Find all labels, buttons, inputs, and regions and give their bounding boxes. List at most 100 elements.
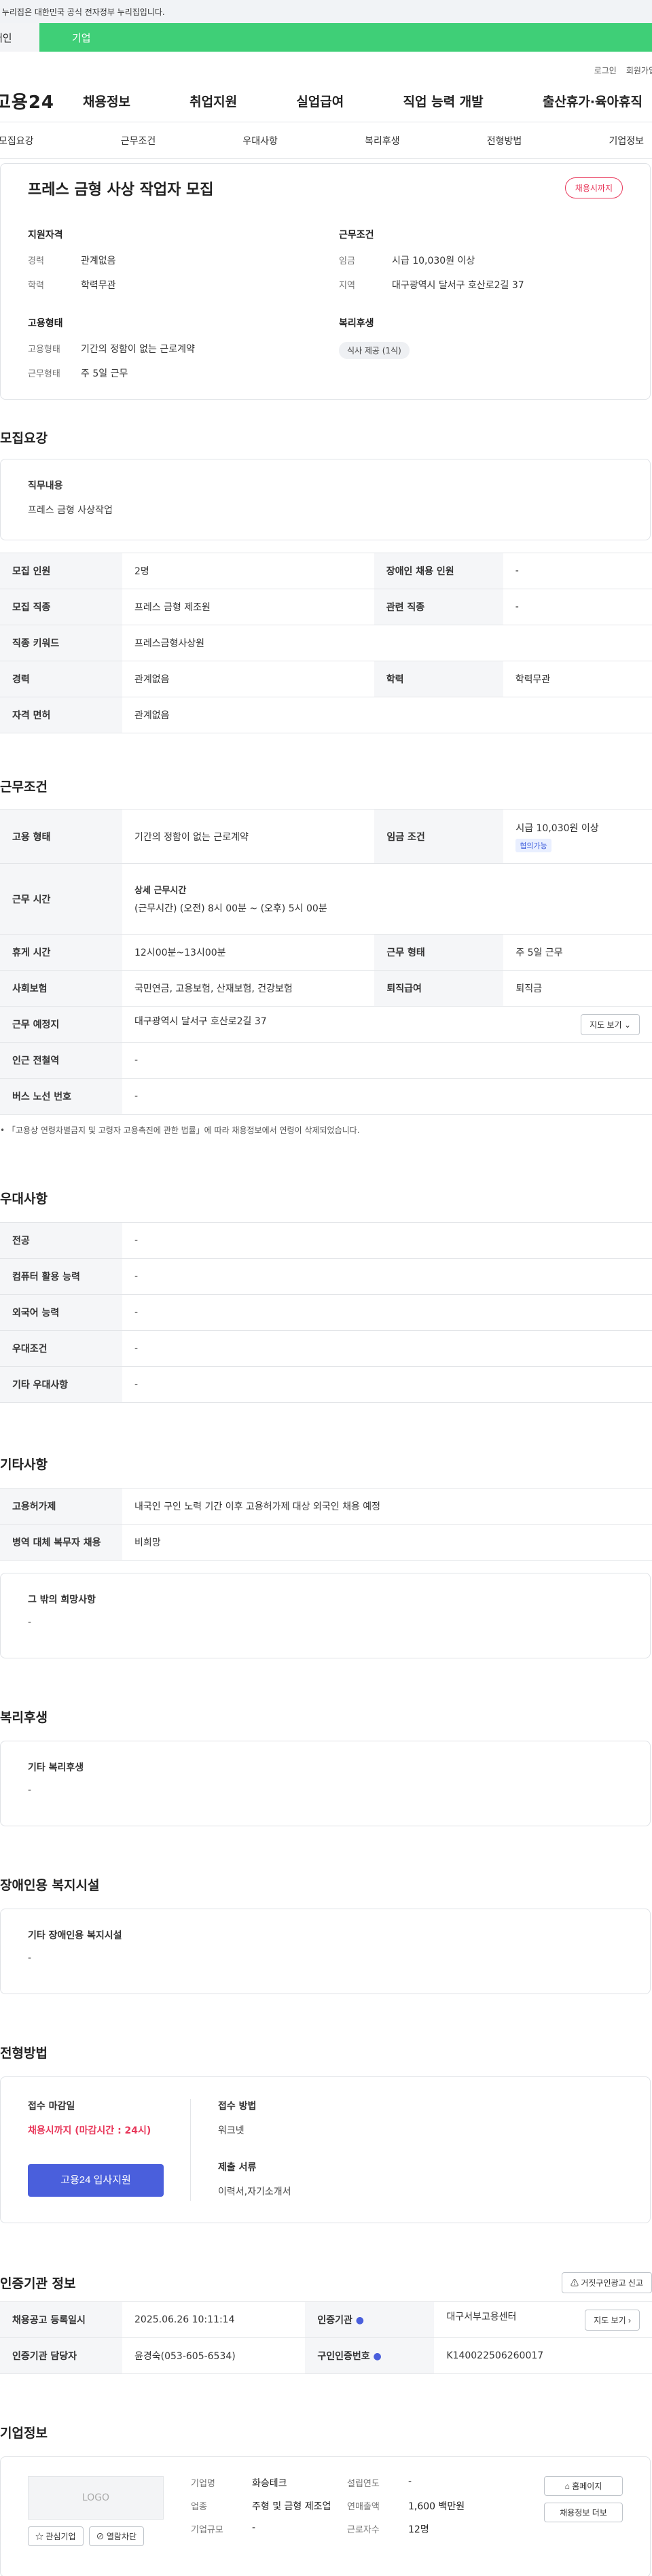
apply-button[interactable]: 고용24 입사지원 bbox=[28, 2164, 164, 2197]
work-type-key: 근무형태 bbox=[28, 369, 60, 379]
job-summary-card: 프레스 금형 사상 작업자 모집 채용시까지 지원자격 경력 관계없음 학력 학력무… bbox=[0, 163, 651, 400]
tab-individual-label: 개인 bbox=[0, 31, 12, 44]
map-view-button[interactable]: 지도 보기 ⌄ bbox=[581, 1013, 640, 1035]
deadline-label: 접수 마감일 bbox=[28, 2101, 75, 2112]
table-cell: - bbox=[122, 1222, 652, 1259]
prefer-table: 전공 - 컴퓨터 활용 능력 - 외국어 능력 - 우대조건 - 기타 우대사항 - bbox=[0, 1222, 652, 1403]
process-box: 접수 마감일 채용시까지 (마감시간 : 24시) 고용24 입사지원 접수 방… bbox=[0, 2076, 651, 2223]
method-value: 워크넷 bbox=[218, 2125, 244, 2136]
gnb-item-jobs[interactable]: 채용정보 bbox=[83, 92, 130, 110]
info-icon[interactable]: ● bbox=[374, 2351, 382, 2362]
table-header-cell: 사회보험 bbox=[0, 970, 122, 1007]
login-link[interactable]: 로그인 bbox=[594, 65, 617, 76]
table-header-cell: 학력 bbox=[374, 661, 503, 697]
conditions-heading: 근무조건 bbox=[339, 230, 374, 241]
signup-link[interactable]: 회원가입 bbox=[626, 65, 652, 76]
anchor-prefer[interactable]: 우대사항 bbox=[242, 134, 278, 147]
warning-icon: ⚠ bbox=[570, 2278, 579, 2288]
cert-map-button[interactable]: 지도 보기 › bbox=[585, 2309, 640, 2331]
gnb-item-employment-support[interactable]: 취업지원 bbox=[189, 92, 237, 110]
table-row: 자격 면허 관계없음 bbox=[0, 697, 652, 733]
education-key: 학력 bbox=[28, 281, 44, 291]
gov-banner: 이 누리집은 대한민국 공식 전자정부 누리집입니다. bbox=[0, 0, 652, 23]
welfare-heading: 복리후생 bbox=[339, 318, 374, 329]
gnb-item-skills[interactable]: 직업 능력 개발 bbox=[403, 92, 484, 110]
table-header-cell: 인증기관 담당자 bbox=[0, 2337, 122, 2374]
other-wish-box: 그 밖의 희망사항 - bbox=[0, 1573, 651, 1658]
table-header-cell: 인근 전철역 bbox=[0, 1042, 122, 1079]
gnb-item-parental-leave[interactable]: 출산휴가·육아휴직 bbox=[543, 92, 642, 110]
table-row: 버스 노선 번호 - bbox=[0, 1078, 652, 1115]
block-view-label: 열람차단 bbox=[106, 2532, 137, 2541]
disabled-facility-section: 장애인용 복지시설 기타 장애인용 복지시설 - bbox=[0, 1875, 652, 1994]
anchor-company[interactable]: 기업정보 bbox=[609, 134, 644, 147]
cert-map-label: 지도 보기 bbox=[594, 2315, 626, 2325]
deadline-value: 채용시까지 (마감시간 : 24시) bbox=[28, 2125, 151, 2136]
table-cell: 12시00분~13시00분 bbox=[122, 934, 375, 971]
table-header-cell: 채용공고 등록일시 bbox=[0, 2301, 122, 2338]
table-cell: - bbox=[503, 589, 652, 625]
table-row: 모집 인원 2명 장애인 채용 인원 - bbox=[0, 553, 652, 589]
report-fake-ad-label: 거짓구인광고 신고 bbox=[581, 2278, 643, 2288]
section-anchor-tabs: 모집요강 근무조건 우대사항 복리후생 전형방법 기업정보 bbox=[0, 122, 652, 159]
anchor-process[interactable]: 전형방법 bbox=[487, 134, 522, 147]
conditions-title: 근무조건 bbox=[0, 780, 48, 795]
table-header-cell: 퇴직급여 bbox=[374, 970, 504, 1007]
site-logo[interactable]: 고용24 bbox=[0, 88, 76, 114]
anchor-conditions[interactable]: 근무조건 bbox=[121, 134, 156, 147]
table-cell: 주 5일 근무 bbox=[503, 934, 652, 971]
tab-company[interactable]: 기업 bbox=[39, 23, 652, 52]
table-cell: 윤경숙(053-605-6534) bbox=[122, 2337, 306, 2374]
star-icon: ☆ bbox=[35, 2532, 44, 2541]
industry-value: 주형 및 금형 제조업 bbox=[252, 2501, 331, 2512]
founded-year-key: 설립연도 bbox=[347, 2479, 380, 2489]
anchor-welfare[interactable]: 복리후생 bbox=[365, 134, 400, 147]
table-header-cell: 장애인 채용 인원 bbox=[374, 553, 503, 589]
prefer-section: 우대사항 전공 - 컴퓨터 활용 능력 - 외국어 능력 - 우대조건 - 기타 우대사… bbox=[0, 1189, 652, 1403]
table-row: 채용공고 등록일시 2025.06.26 10:11:14 인증기관 ● 대구서… bbox=[0, 2301, 652, 2338]
work-place-value: 대구광역시 달서구 호산로2길 37 bbox=[134, 1015, 267, 1027]
cert-title: 인증기관 정보 bbox=[0, 2276, 76, 2291]
method-label: 접수 방법 bbox=[218, 2101, 257, 2112]
gnb-item-unemployment-benefit[interactable]: 실업급여 bbox=[296, 92, 344, 110]
company-name-value: 화승테크 bbox=[252, 2478, 287, 2489]
table-header-cell: 모집 인원 bbox=[0, 553, 122, 589]
table-header-cell: 임금 조건 bbox=[374, 809, 504, 864]
homepage-button[interactable]: ⌂ 홈페이지 bbox=[544, 2476, 623, 2496]
block-view-button[interactable]: ⊘ 열람차단 bbox=[88, 2526, 145, 2546]
etc-table: 고용허가제 내국인 구인 노력 기간 이후 고용허가제 대상 외국인 채용 예정 … bbox=[0, 1488, 652, 1561]
table-row: 근무 시간 상세 근무시간 (근무시간) (오전) 8시 00분 ~ (오후) … bbox=[0, 863, 652, 935]
area-key: 지역 bbox=[339, 281, 355, 291]
more-jobs-button[interactable]: 채용정보 더보 bbox=[544, 2503, 623, 2522]
table-row: 사회보험 국민연금, 고용보험, 산재보험, 건강보험 퇴직급여 퇴직금 bbox=[0, 970, 652, 1007]
deadline-column: 접수 마감일 채용시까지 (마감시간 : 24시) 고용24 입사지원 bbox=[28, 2099, 191, 2201]
area-value: 대구광역시 달서구 호산로2길 37 bbox=[392, 280, 524, 291]
info-icon[interactable]: ● bbox=[356, 2315, 364, 2326]
career-value: 관계없음 bbox=[81, 256, 116, 266]
work-time-label: 상세 근무시간 bbox=[134, 886, 187, 896]
disabled-facility-title: 장애인용 복지시설 bbox=[0, 1878, 100, 1893]
career-key: 경력 bbox=[28, 256, 44, 266]
founded-year-value: - bbox=[408, 2476, 412, 2487]
duty-box: 직무내용 프레스 금형 사상작업 bbox=[0, 459, 651, 540]
prefer-title: 우대사항 bbox=[0, 1191, 48, 1206]
table-cell: K140022506260017 bbox=[434, 2337, 652, 2374]
recruit-title: 모집요강 bbox=[0, 431, 48, 446]
anchor-recruit[interactable]: 모집요강 bbox=[0, 134, 34, 147]
table-cell: 관계없음 bbox=[122, 697, 652, 733]
cert-section: 인증기관 정보 ⚠ 거짓구인광고 신고 채용공고 등록일시 2025.06.26… bbox=[0, 2272, 652, 2374]
table-cell: - bbox=[122, 1042, 652, 1079]
table-cell: - bbox=[503, 553, 652, 589]
wage-text: 시급 10,030원 이상 bbox=[515, 822, 599, 834]
table-header-cell: 자격 면허 bbox=[0, 697, 122, 733]
cert-agency-value: 대구서부고용센터 bbox=[446, 2311, 517, 2322]
duty-value: 프레스 금형 사상작업 bbox=[28, 505, 113, 516]
table-row: 고용허가제 내국인 구인 노력 기간 이후 고용허가제 대상 외국인 채용 예정 bbox=[0, 1488, 652, 1525]
report-fake-ad-button[interactable]: ⚠ 거짓구인광고 신고 bbox=[561, 2272, 652, 2293]
favorite-company-button[interactable]: ☆ 관심기업 bbox=[28, 2526, 84, 2546]
favorite-company-label: 관심기업 bbox=[46, 2532, 76, 2541]
table-row: 근무 예정지 대구광역시 달서구 호산로2길 37 지도 보기 ⌄ bbox=[0, 1006, 652, 1043]
table-header-cell: 모집 직종 bbox=[0, 589, 122, 625]
tab-individual[interactable]: 개인 bbox=[0, 23, 39, 52]
education-value: 학력무관 bbox=[81, 280, 116, 291]
